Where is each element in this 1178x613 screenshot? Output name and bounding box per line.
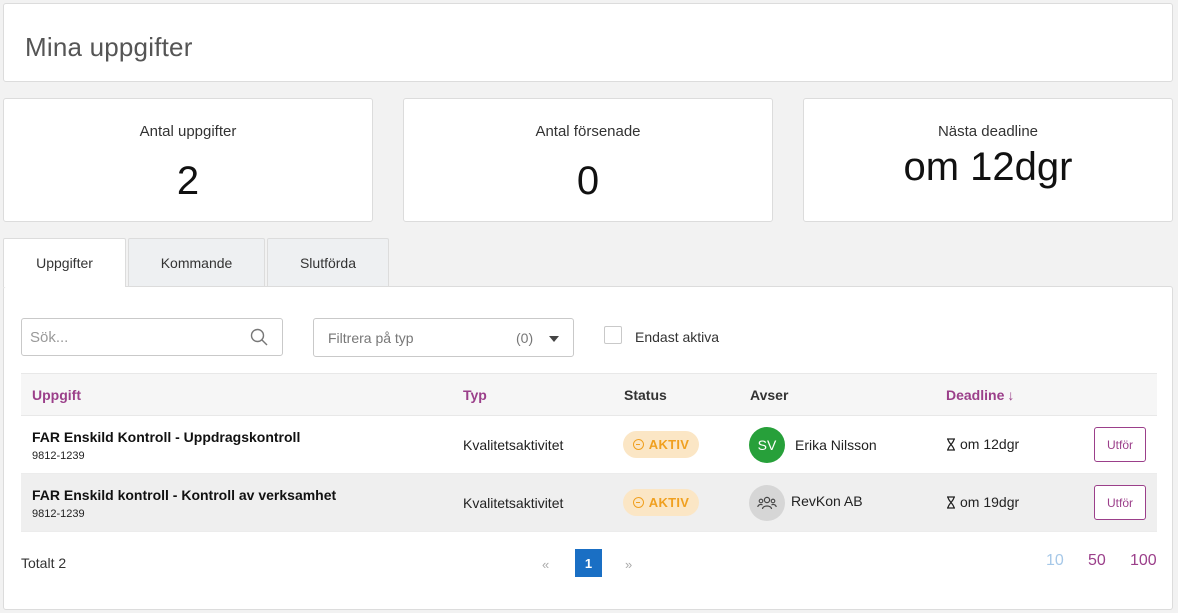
task-title: FAR Enskild Kontroll - Uppdragskontroll: [32, 429, 301, 445]
tasks-panel: Filtrera på typ (0) Endast aktiva Uppgif…: [3, 286, 1173, 610]
search-box: [21, 318, 283, 356]
pager-prev[interactable]: «: [542, 557, 549, 572]
status-badge-label: AKTIV: [648, 437, 690, 452]
stat-value: om 12dgr: [903, 145, 1073, 189]
only-active-checkbox[interactable]: [604, 326, 622, 344]
utfor-button[interactable]: Utför: [1094, 485, 1146, 520]
stat-card-next-deadline: Nästa deadline om 12dgr: [803, 98, 1173, 222]
avatar: [749, 485, 785, 521]
stat-value: 0: [576, 159, 600, 203]
stat-card-overdue: Antal försenade 0: [403, 98, 773, 222]
tab-slutforda[interactable]: Slutförda: [267, 238, 389, 286]
sort-down-icon: ↓: [1007, 387, 1015, 403]
tab-kommande[interactable]: Kommande: [128, 238, 265, 286]
task-id: 9812-1239: [32, 450, 85, 462]
task-title: FAR Enskild kontroll - Kontroll av verks…: [32, 487, 337, 503]
table-row[interactable]: FAR Enskild Kontroll - Uppdragskontroll …: [21, 416, 1157, 474]
stat-label: Antal försenade: [535, 123, 641, 140]
task-type: Kvalitetsaktivitet: [463, 437, 564, 453]
utfor-button[interactable]: Utför: [1094, 427, 1146, 462]
type-filter-select[interactable]: Filtrera på typ (0): [313, 318, 574, 357]
total-count: Totalt 2: [21, 555, 67, 571]
group-icon: [757, 496, 777, 510]
tab-uppgifter[interactable]: Uppgifter: [3, 238, 126, 287]
column-header-deadline[interactable]: Deadline ↓: [946, 387, 1014, 403]
deadline-cell: om 19dgr: [946, 494, 1019, 510]
avser-name: RevKon AB: [791, 493, 863, 509]
pager-page-current[interactable]: 1: [575, 549, 602, 577]
page-size-10[interactable]: 10: [1046, 552, 1064, 570]
deadline-value: om 19dgr: [960, 494, 1020, 510]
stat-value: 2: [176, 159, 200, 203]
hourglass-icon: [947, 437, 955, 451]
pager-next[interactable]: »: [625, 557, 632, 572]
column-header-uppgift[interactable]: Uppgift: [32, 387, 81, 403]
status-badge-label: AKTIV: [648, 495, 690, 510]
task-id: 9812-1239: [32, 508, 85, 520]
column-header-avser[interactable]: Avser: [750, 387, 788, 403]
deadline-value: om 12dgr: [960, 436, 1020, 452]
search-icon[interactable]: [250, 328, 268, 346]
status-badge: AKTIV: [623, 489, 699, 516]
status-badge: AKTIV: [623, 431, 699, 458]
stat-label: Antal uppgifter: [139, 123, 237, 140]
page-size-100[interactable]: 100: [1130, 552, 1157, 570]
stat-card-tasks: Antal uppgifter 2: [3, 98, 373, 222]
task-type: Kvalitetsaktivitet: [463, 495, 564, 511]
avser-name: Erika Nilsson: [795, 437, 877, 453]
minus-circle-icon: [632, 497, 644, 508]
page-title: Mina uppgifter: [25, 32, 193, 62]
column-header-typ[interactable]: Typ: [463, 387, 487, 403]
table-header: Uppgift Typ Status Avser Deadline ↓: [21, 373, 1157, 416]
tasks-table: Uppgift Typ Status Avser Deadline ↓ FAR E…: [21, 373, 1157, 532]
only-active-label[interactable]: Endast aktiva: [635, 329, 719, 345]
column-header-deadline-label: Deadline: [946, 387, 1005, 403]
column-header-status[interactable]: Status: [624, 387, 667, 403]
search-input[interactable]: [30, 319, 245, 355]
header-card: Mina uppgifter: [3, 3, 1173, 82]
page-size-50[interactable]: 50: [1088, 552, 1106, 570]
type-filter-placeholder: Filtrera på typ: [328, 330, 414, 346]
minus-circle-icon: [632, 439, 644, 450]
table-row[interactable]: FAR Enskild kontroll - Kontroll av verks…: [21, 474, 1157, 532]
hourglass-icon: [947, 495, 955, 509]
stat-label: Nästa deadline: [937, 123, 1039, 140]
chevron-down-icon: [549, 336, 559, 342]
avatar: SV: [749, 427, 785, 463]
type-filter-count: (0): [516, 330, 534, 346]
deadline-cell: om 12dgr: [946, 436, 1019, 452]
